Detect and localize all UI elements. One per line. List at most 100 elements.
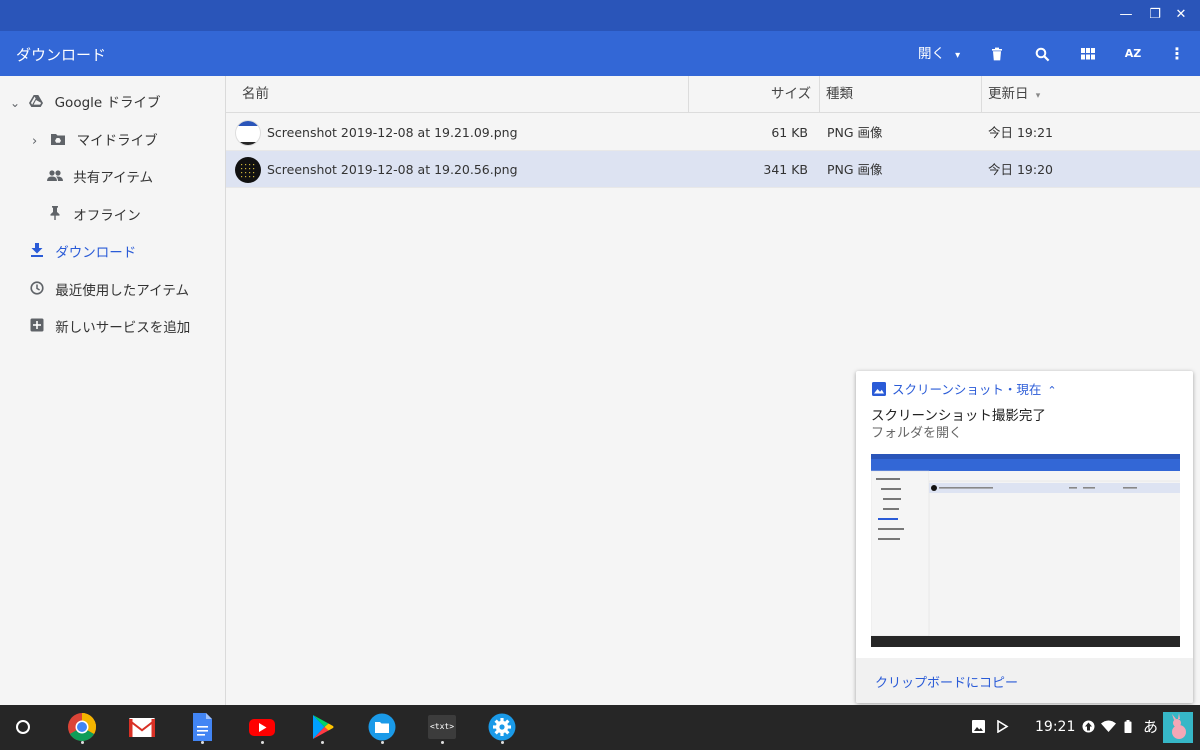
search-button[interactable]	[1030, 42, 1054, 66]
chevron-down-icon[interactable]: ⌄	[10, 90, 24, 116]
column-divider[interactable]	[819, 76, 820, 113]
chevron-up-icon[interactable]: ⌃	[1047, 384, 1056, 397]
file-type: PNG 画像	[827, 125, 883, 140]
table-row[interactable]: Screenshot 2019-12-08 at 19.20.56.png 34…	[226, 151, 1200, 188]
table-row[interactable]: Screenshot 2019-12-08 at 19.21.09.png 61…	[226, 114, 1200, 151]
screenshot-preview[interactable]	[871, 454, 1180, 647]
notification-header[interactable]: スクリーンショット・現在 ⌃	[872, 381, 1057, 399]
screenshot-preview-image	[871, 454, 1180, 647]
sidebar-item-label: オフライン	[73, 208, 141, 224]
delete-icon	[992, 47, 1002, 61]
open-with-label: 開く	[918, 46, 945, 62]
avatar-image	[1172, 713, 1186, 739]
gmail-icon	[129, 718, 155, 737]
settings-icon	[488, 713, 516, 741]
more-options-button[interactable]: ⋮	[1165, 42, 1189, 66]
copy-to-clipboard-button[interactable]: クリップボードにコピー	[875, 672, 1018, 691]
sidebar-item-offline[interactable]: オフライン	[47, 203, 141, 229]
grid-view-icon	[1081, 48, 1095, 60]
files-icon	[368, 713, 396, 741]
chrome-icon	[68, 713, 96, 741]
notification-subtitle: フォルダを開く	[871, 426, 963, 441]
youtube-app[interactable]	[247, 712, 277, 742]
shelf: <txt> 19:21 あ	[0, 705, 1200, 750]
pin-icon	[47, 203, 63, 229]
sidebar-item-shared[interactable]: 共有アイテム	[47, 165, 153, 191]
sidebar-item-google-drive[interactable]: ⌄ Google ドライブ	[10, 90, 161, 116]
chrome-app[interactable]	[67, 712, 97, 742]
notification-source: スクリーンショット・現在	[892, 382, 1042, 397]
avatar	[1163, 712, 1193, 743]
column-type-header[interactable]: 種類	[826, 76, 853, 113]
file-modified: 今日 19:20	[988, 162, 1053, 177]
play-arrow-icon	[997, 719, 1009, 734]
download-icon	[29, 240, 45, 266]
app-header: ダウンロード 開く ▾ AZ ⋮	[0, 31, 1200, 76]
google-drive-icon	[28, 90, 44, 116]
file-name: Screenshot 2019-12-08 at 19.20.56.png	[267, 162, 518, 177]
sort-az-icon: AZ	[1124, 47, 1142, 60]
file-type: PNG 画像	[827, 162, 883, 177]
file-thumbnail	[235, 120, 261, 146]
cast-status[interactable]	[996, 705, 1009, 750]
column-name-header[interactable]: 名前	[242, 76, 269, 113]
notification-title: スクリーンショット撮影完了	[871, 408, 1046, 424]
youtube-icon	[249, 719, 275, 736]
navigation-sidebar: ⌄ Google ドライブ › マイドライブ 共有アイテム オフライン ダウンロ…	[0, 76, 226, 705]
chevron-right-icon[interactable]: ›	[32, 129, 46, 155]
running-indicator	[201, 741, 204, 744]
sidebar-item-label: Google ドライブ	[54, 95, 161, 111]
column-size-header[interactable]: サイズ	[771, 76, 811, 113]
settings-app[interactable]	[487, 712, 517, 742]
terminal-app[interactable]: <txt>	[427, 712, 457, 742]
wifi-status[interactable]	[1101, 705, 1116, 750]
clock[interactable]: 19:21	[1035, 705, 1075, 750]
running-indicator	[81, 741, 84, 744]
sidebar-item-label: 最近使用したアイテム	[55, 283, 189, 299]
search-icon	[1035, 47, 1049, 62]
grid-view-button[interactable]	[1076, 42, 1100, 66]
shared-icon	[47, 165, 63, 191]
sidebar-item-downloads[interactable]: ダウンロード	[29, 240, 136, 266]
clock-icon	[29, 278, 45, 304]
file-thumbnail	[235, 157, 261, 183]
close-button[interactable]: ✕	[1172, 6, 1190, 24]
files-app[interactable]	[367, 712, 397, 742]
sidebar-item-label: 新しいサービスを追加	[55, 320, 191, 336]
update-arrow-icon	[1082, 720, 1095, 733]
gmail-app[interactable]	[127, 712, 157, 742]
account-avatar[interactable]	[1163, 712, 1193, 743]
docs-app[interactable]	[187, 712, 217, 742]
column-header-row: 名前 サイズ 種類 更新日 ▾	[226, 76, 1200, 113]
screenshot-notification[interactable]: スクリーンショット・現在 ⌃ スクリーンショット撮影完了 フォルダを開く クリッ…	[856, 371, 1193, 703]
running-indicator	[441, 741, 444, 744]
running-indicator	[501, 741, 504, 744]
sidebar-item-my-drive[interactable]: › マイドライブ	[32, 128, 158, 154]
column-modified-header[interactable]: 更新日 ▾	[988, 76, 1040, 113]
play-store-app[interactable]	[307, 712, 337, 742]
more-vert-icon: ⋮	[1169, 44, 1185, 63]
open-with-button[interactable]: 開く ▾	[918, 42, 964, 66]
column-divider[interactable]	[981, 76, 982, 113]
wifi-icon	[1101, 720, 1116, 732]
column-divider[interactable]	[688, 76, 689, 113]
running-indicator	[261, 741, 264, 744]
file-size: 61 KB	[771, 125, 808, 140]
running-indicator	[321, 741, 324, 744]
ime-indicator[interactable]: あ	[1143, 705, 1158, 750]
file-modified: 今日 19:21	[988, 125, 1053, 140]
minimize-button[interactable]: —	[1117, 6, 1135, 24]
sort-button[interactable]: AZ	[1121, 42, 1145, 66]
sidebar-item-recent[interactable]: 最近使用したアイテム	[29, 278, 189, 304]
page-title: ダウンロード	[16, 46, 107, 64]
screen-capture-status[interactable]	[972, 705, 985, 750]
battery-status[interactable]	[1124, 705, 1132, 750]
running-indicator	[381, 741, 384, 744]
update-status[interactable]	[1082, 705, 1095, 750]
restore-button[interactable]: ❐	[1146, 6, 1164, 24]
launcher-button[interactable]	[8, 712, 38, 742]
sidebar-item-add-service[interactable]: 新しいサービスを追加	[29, 315, 190, 341]
delete-button[interactable]	[985, 42, 1009, 66]
play-store-icon	[313, 715, 334, 739]
sidebar-item-label: ダウンロード	[55, 245, 137, 261]
